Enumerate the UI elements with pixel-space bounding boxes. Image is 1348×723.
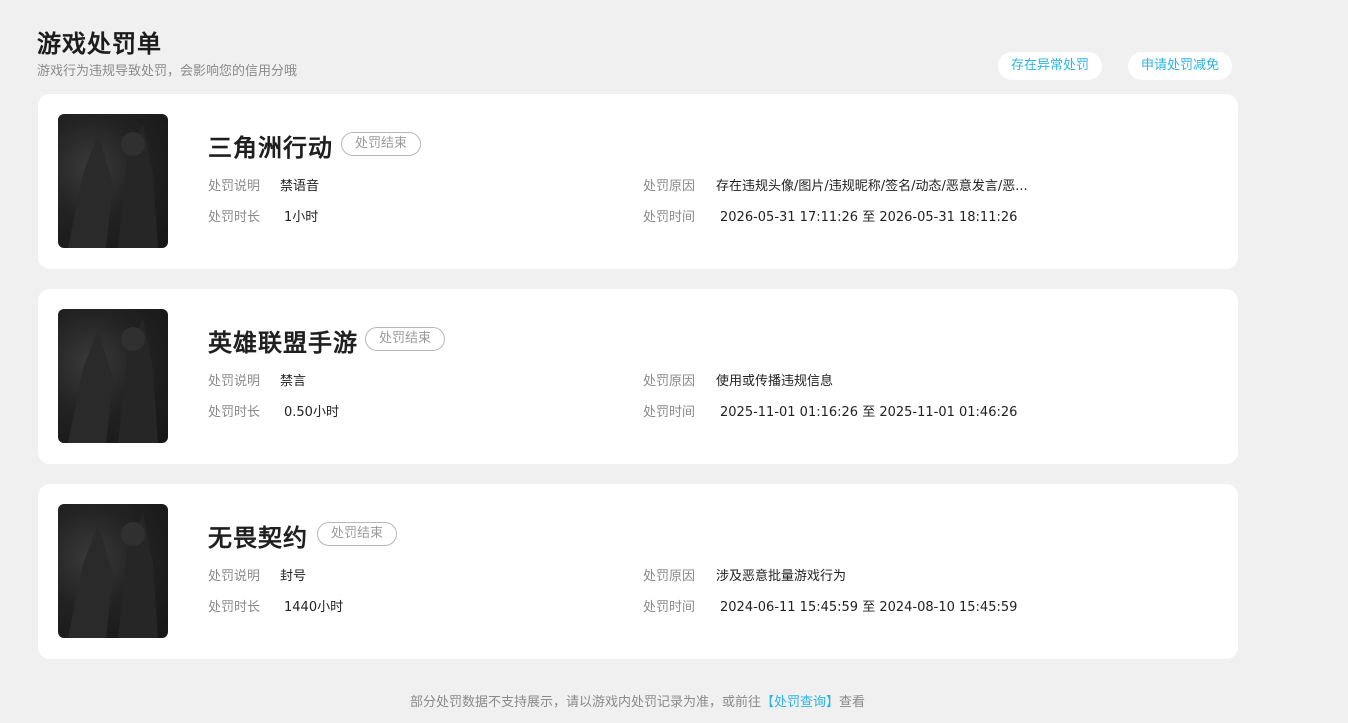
description-value: 禁言 [280, 374, 307, 389]
footer-note: 部分处罚数据不支持展示，请以游戏内处罚记录为准，或前往【处罚查询】查看 [0, 691, 1275, 710]
game-cover-image [58, 114, 168, 248]
game-name: 无畏契约 [208, 524, 308, 552]
reason-label: 处罚原因 [643, 569, 696, 584]
time-value: 2026-05-31 17:11:26 至 2026-05-31 18:11:2… [720, 210, 1018, 225]
description-label: 处罚说明 [208, 569, 261, 584]
game-name: 英雄联盟手游 [208, 329, 358, 357]
description-label: 处罚说明 [208, 374, 261, 389]
status-badge: 处罚结束 [317, 522, 398, 546]
apply-penalty-reduction-button[interactable]: 申请处罚减免 [1128, 52, 1233, 80]
penalty-card: 三角洲行动 处罚结束 处罚说明 禁语音 处罚时长 1小时 处罚原因 存在违规头像… [38, 94, 1238, 269]
duration-label: 处罚时长 [208, 405, 261, 420]
game-name: 三角洲行动 [208, 134, 333, 162]
reason-value: 使用或传播违规信息 [716, 374, 834, 389]
reason-label: 处罚原因 [643, 374, 696, 389]
duration-label: 处罚时长 [208, 210, 261, 225]
reason-value: 存在违规头像/图片/违规昵称/签名/动态/恶意发言/恶... [716, 179, 1028, 194]
game-cover-image [58, 309, 168, 443]
description-label: 处罚说明 [208, 179, 261, 194]
duration-value: 1小时 [284, 210, 319, 225]
reason-label: 处罚原因 [643, 179, 696, 194]
status-badge: 处罚结束 [341, 132, 422, 156]
page-subtitle: 游戏行为违规导致处罚，会影响您的信用分哦 [37, 64, 298, 79]
footer-note-suffix: 查看 [839, 695, 866, 710]
duration-value: 0.50小时 [284, 405, 339, 420]
description-value: 封号 [280, 569, 307, 584]
description-value: 禁语音 [280, 179, 320, 194]
duration-label: 处罚时长 [208, 600, 261, 615]
penalty-card: 无畏契约 处罚结束 处罚说明 封号 处罚时长 1440小时 处罚原因 涉及恶意批… [38, 484, 1238, 659]
time-label: 处罚时间 [643, 405, 696, 420]
penalty-card: 英雄联盟手游 处罚结束 处罚说明 禁言 处罚时长 0.50小时 处罚原因 使用或… [38, 289, 1238, 464]
game-cover-image [58, 504, 168, 638]
duration-value: 1440小时 [284, 600, 344, 615]
page-title: 游戏处罚单 [37, 30, 162, 58]
time-label: 处罚时间 [643, 210, 696, 225]
footer-note-text: 部分处罚数据不支持展示，请以游戏内处罚记录为准，或前往 [409, 695, 761, 710]
time-value: 2025-11-01 01:16:26 至 2025-11-01 01:46:2… [720, 405, 1018, 420]
report-abnormal-penalty-button[interactable]: 存在异常处罚 [998, 52, 1103, 80]
penalty-query-link[interactable]: 【处罚查询】 [761, 695, 839, 710]
time-label: 处罚时间 [643, 600, 696, 615]
reason-value: 涉及恶意批量游戏行为 [716, 569, 847, 584]
status-badge: 处罚结束 [365, 327, 446, 351]
time-value: 2024-06-11 15:45:59 至 2024-08-10 15:45:5… [720, 600, 1018, 615]
